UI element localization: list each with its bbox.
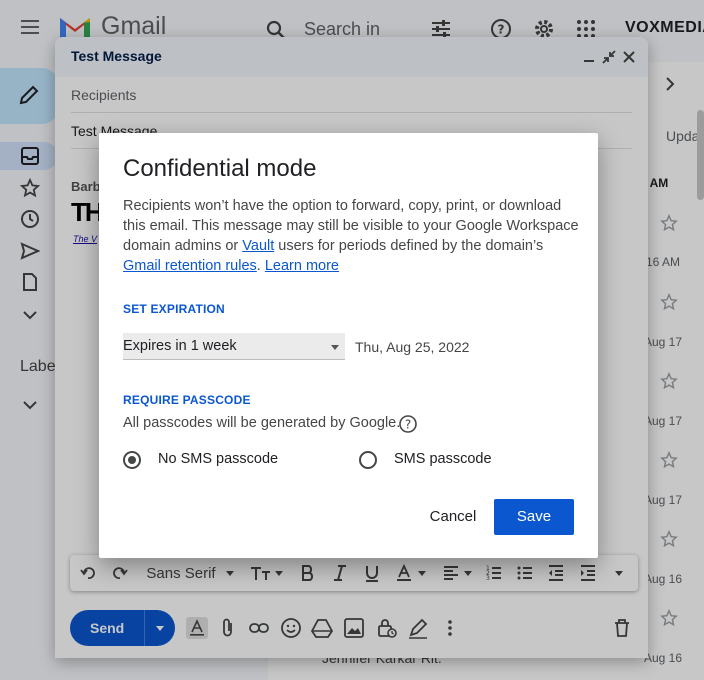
- sms-passcode-radio[interactable]: [359, 451, 377, 469]
- require-passcode-heading: REQUIRE PASSCODE: [123, 393, 251, 407]
- save-button[interactable]: Save: [494, 499, 574, 535]
- expiration-date: Thu, Aug 25, 2022: [355, 339, 470, 355]
- description-text: .: [256, 258, 265, 274]
- chevron-down-icon: [331, 345, 339, 350]
- expiration-select-value: Expires in 1 week: [123, 338, 237, 354]
- description-text: users for periods defined by the domain’…: [274, 238, 544, 254]
- no-sms-passcode-label[interactable]: No SMS passcode: [158, 451, 278, 467]
- gmail-retention-rules-link[interactable]: Gmail retention rules: [123, 258, 257, 274]
- no-sms-passcode-radio[interactable]: [123, 451, 141, 469]
- svg-text:?: ?: [405, 418, 411, 432]
- expiration-select[interactable]: Expires in 1 week: [123, 333, 345, 360]
- vault-link[interactable]: Vault: [242, 238, 274, 254]
- dialog-description: Recipients won’t have the option to forw…: [123, 196, 579, 276]
- learn-more-link[interactable]: Learn more: [265, 258, 339, 274]
- confidential-mode-dialog: Confidential mode Recipients won’t have …: [99, 133, 598, 558]
- passcode-note: All passcodes will be generated by Googl…: [123, 415, 401, 431]
- sms-passcode-label[interactable]: SMS passcode: [394, 451, 492, 467]
- dialog-title: Confidential mode: [123, 155, 317, 182]
- help-icon[interactable]: ?: [398, 414, 418, 434]
- cancel-button[interactable]: Cancel: [411, 499, 495, 535]
- set-expiration-heading: SET EXPIRATION: [123, 302, 225, 316]
